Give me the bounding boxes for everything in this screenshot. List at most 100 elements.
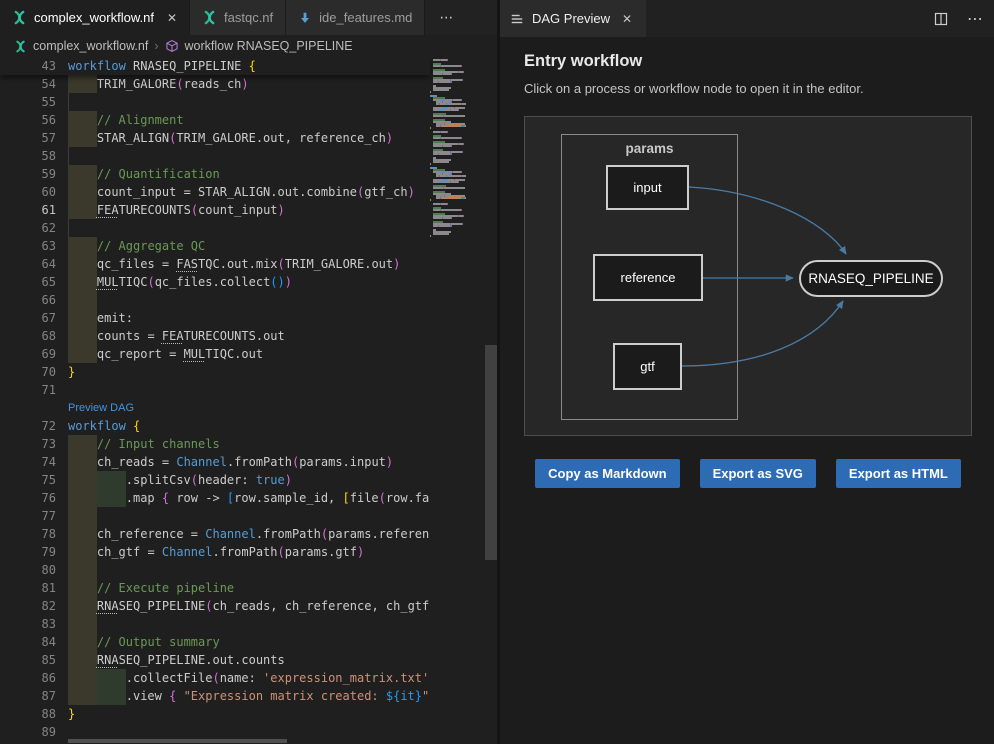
line-number[interactable]: 60 xyxy=(0,183,56,201)
code-line[interactable]: 85RNASEQ_PIPELINE.out.counts xyxy=(0,651,430,669)
code-line-content[interactable]: // Input channels xyxy=(68,435,430,453)
code-line-content[interactable]: .splitCsv(header: true) xyxy=(68,471,430,489)
line-number[interactable]: 83 xyxy=(0,615,56,633)
dag-node-reference[interactable]: reference xyxy=(593,254,703,301)
code-line-content[interactable]: qc_report = MULTIQC.out xyxy=(68,345,430,363)
line-number[interactable]: 74 xyxy=(0,453,56,471)
line-number[interactable]: 75 xyxy=(0,471,56,489)
code-line[interactable]: 60 count_input = STAR_ALIGN.out.combine(g… xyxy=(0,183,430,201)
code-line[interactable]: 57STAR_ALIGN(TRIM_GALORE.out, reference_… xyxy=(0,129,430,147)
code-line-content[interactable]: } xyxy=(68,705,430,723)
line-number[interactable]: 58 xyxy=(0,147,56,165)
code-line[interactable]: 76.map { row -> [row.sample_id, [file(ro… xyxy=(0,489,430,507)
line-number[interactable]: 66 xyxy=(0,291,56,309)
code-line[interactable]: 81// Execute pipeline xyxy=(0,579,430,597)
minimap[interactable] xyxy=(430,59,485,259)
code-line[interactable]: 80 xyxy=(0,561,430,579)
code-line[interactable]: 79 ch_gtf = Channel.fromPath(params.gtf) xyxy=(0,543,430,561)
line-number[interactable]: 82 xyxy=(0,597,56,615)
code-line-content[interactable] xyxy=(68,507,430,525)
code-line[interactable]: 69 qc_report = MULTIQC.out xyxy=(0,345,430,363)
code-line-content[interactable]: workflow RNASEQ_PIPELINE { xyxy=(68,57,430,75)
line-number[interactable]: 67 xyxy=(0,309,56,327)
line-number[interactable]: 89 xyxy=(0,723,56,741)
code-line-content[interactable] xyxy=(68,561,430,579)
code-line[interactable]: 88} xyxy=(0,705,430,723)
vertical-scrollbar-thumb[interactable] xyxy=(485,345,497,560)
line-number[interactable]: 76 xyxy=(0,489,56,507)
breadcrumb-symbol[interactable]: workflow RNASEQ_PIPELINE xyxy=(185,39,353,53)
line-number[interactable]: 86 xyxy=(0,669,56,687)
export-as-svg-button[interactable]: Export as SVG xyxy=(700,459,816,488)
line-number[interactable]: 56 xyxy=(0,111,56,129)
code-line-content[interactable]: FEATURECOUNTS(count_input) xyxy=(68,201,430,219)
line-number[interactable]: 62 xyxy=(0,219,56,237)
code-line-content[interactable]: emit: xyxy=(68,309,430,327)
code-line[interactable]: 71 xyxy=(0,381,430,399)
code-line-content[interactable]: RNASEQ_PIPELINE.out.counts xyxy=(68,651,430,669)
breadcrumb-file[interactable]: complex_workflow.nf xyxy=(33,39,148,53)
line-number[interactable]: 79 xyxy=(0,543,56,561)
line-number[interactable]: 73 xyxy=(0,435,56,453)
code-line-content[interactable]: ch_gtf = Channel.fromPath(params.gtf) xyxy=(68,543,430,561)
line-number[interactable]: 71 xyxy=(0,381,56,399)
code-line-content[interactable]: counts = FEATURECOUNTS.out xyxy=(68,327,430,345)
dag-node-input[interactable]: input xyxy=(606,165,689,210)
code-line-content[interactable]: MULTIQC(qc_files.collect()) xyxy=(68,273,430,291)
line-number[interactable]: 78 xyxy=(0,525,56,543)
code-line[interactable]: 65 MULTIQC(qc_files.collect()) xyxy=(0,273,430,291)
line-number[interactable]: 84 xyxy=(0,633,56,651)
code-line-content[interactable]: // Output summary xyxy=(68,633,430,651)
code-line[interactable]: 74 ch_reads = Channel.fromPath(params.inp… xyxy=(0,453,430,471)
code-line[interactable]: 64qc_files = FASTQC.out.mix(TRIM_GALORE.… xyxy=(0,255,430,273)
code-line[interactable]: 55 xyxy=(0,93,430,111)
panel-close-icon[interactable]: ✕ xyxy=(622,12,632,26)
dag-node-rnaseq-pipeline[interactable]: RNASEQ_PIPELINE xyxy=(799,260,943,297)
tab-complex-workflow[interactable]: complex_workflow.nf ✕ xyxy=(0,0,190,35)
code-line-content[interactable] xyxy=(68,219,430,237)
line-number[interactable]: 55 xyxy=(0,93,56,111)
line-number[interactable]: 69 xyxy=(0,345,56,363)
code-line-content[interactable]: // Execute pipeline xyxy=(68,579,430,597)
code-line-content[interactable] xyxy=(68,147,430,165)
dag-node-gtf[interactable]: gtf xyxy=(613,343,682,390)
code-line-content[interactable]: // Quantification xyxy=(68,165,430,183)
code-line-content[interactable]: ch_reads = Channel.fromPath(params.input… xyxy=(68,453,430,471)
code-line[interactable]: 82RNASEQ_PIPELINE(ch_reads, ch_reference… xyxy=(0,597,430,615)
code-line[interactable]: 86.collectFile(name: 'expression_matrix.… xyxy=(0,669,430,687)
line-number[interactable]: 43 xyxy=(0,57,56,75)
code-line-content[interactable] xyxy=(68,93,430,111)
code-line-content[interactable] xyxy=(68,381,430,399)
code-line-content[interactable]: .view { "Expression matrix created: ${it… xyxy=(68,687,430,705)
code-line[interactable]: 77 xyxy=(0,507,430,525)
code-line-content[interactable]: STAR_ALIGN(TRIM_GALORE.out, reference_ch… xyxy=(68,129,430,147)
code-line-content[interactable]: // Aggregate QC xyxy=(68,237,430,255)
more-tabs-icon[interactable]: ⋯ xyxy=(425,0,469,35)
code-line[interactable]: 61FEATURECOUNTS(count_input) xyxy=(0,201,430,219)
line-number[interactable]: 63 xyxy=(0,237,56,255)
code-line[interactable]: 83 xyxy=(0,615,430,633)
tab-dag-preview[interactable]: DAG Preview ✕ xyxy=(500,0,646,37)
code-line-content[interactable] xyxy=(68,615,430,633)
code-editor[interactable]: 43workflow RNASEQ_PIPELINE { 54TRIM_GALO… xyxy=(0,57,497,744)
code-line[interactable]: 68 counts = FEATURECOUNTS.out xyxy=(0,327,430,345)
codelens-preview-dag-link[interactable]: Preview DAG xyxy=(68,402,134,414)
line-number[interactable]: 87 xyxy=(0,687,56,705)
line-number[interactable]: 59 xyxy=(0,165,56,183)
code-line[interactable]: 72workflow { xyxy=(0,417,430,435)
line-number[interactable]: 70 xyxy=(0,363,56,381)
code-line[interactable]: 59 // Quantification xyxy=(0,165,430,183)
tab-ide-features[interactable]: ide_features.md xyxy=(286,0,425,35)
code-line-content[interactable] xyxy=(68,291,430,309)
code-line-content[interactable]: // Alignment xyxy=(68,111,430,129)
code-line-content[interactable]: qc_files = FASTQC.out.mix(TRIM_GALORE.ou… xyxy=(68,255,430,273)
code-line[interactable]: 58 xyxy=(0,147,430,165)
tab-fastqc[interactable]: fastqc.nf xyxy=(190,0,286,35)
code-line[interactable]: 87 .view { "Expression matrix created: ${… xyxy=(0,687,430,705)
code-line[interactable]: 78ch_reference = Channel.fromPath(params… xyxy=(0,525,430,543)
code-line-content[interactable]: count_input = STAR_ALIGN.out.combine(gtf… xyxy=(68,183,430,201)
code-line-content[interactable]: workflow { xyxy=(68,417,430,435)
split-editor-icon[interactable] xyxy=(924,0,958,37)
line-number[interactable]: 65 xyxy=(0,273,56,291)
line-number[interactable]: 68 xyxy=(0,327,56,345)
